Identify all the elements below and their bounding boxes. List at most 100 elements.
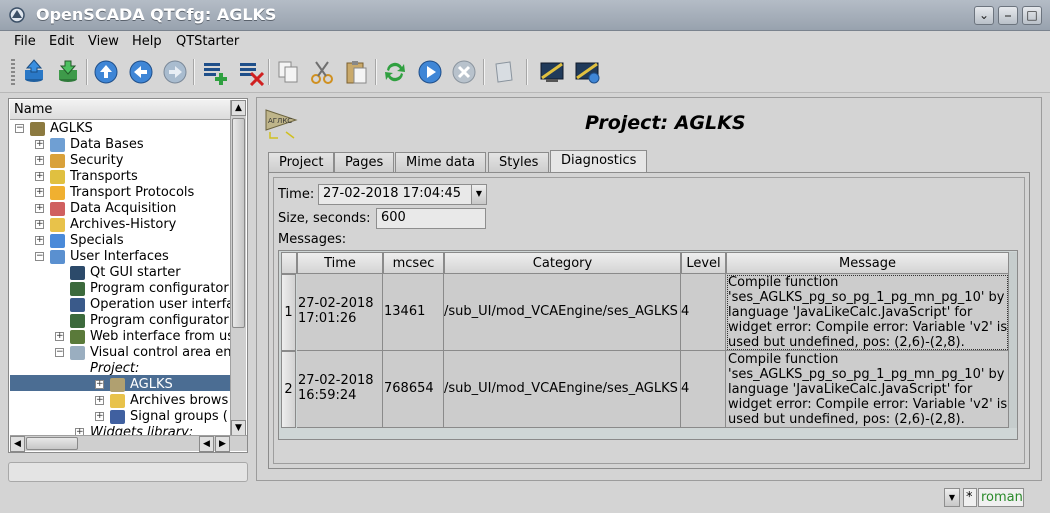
tree-item[interactable]: Program configurator (9, 281, 230, 297)
back-icon[interactable] (127, 58, 155, 86)
expand-icon[interactable]: + (35, 172, 44, 181)
collapse-icon[interactable]: − (15, 124, 24, 133)
expand-icon[interactable]: + (35, 188, 44, 197)
tree-item[interactable]: + Data Bases (9, 137, 230, 153)
expand-icon[interactable]: + (35, 220, 44, 229)
tree-horizontal-scrollbar[interactable]: ◀ ◀ ▶ (10, 435, 247, 452)
size-seconds-field[interactable]: 600 (376, 208, 486, 229)
tree-item[interactable]: + Archives-History (9, 217, 230, 233)
column-header-category[interactable]: Category (444, 252, 681, 274)
menu-view[interactable]: View (88, 34, 119, 49)
table-vertical-scrollbar[interactable] (1009, 252, 1017, 428)
table-cell-time[interactable]: 27-02-2018 16:59:24 (297, 351, 383, 428)
tree-item[interactable]: − User Interfaces (9, 249, 230, 265)
table-cell-time[interactable]: 27-02-2018 17:01:26 (297, 274, 383, 351)
copy-icon[interactable] (274, 58, 302, 86)
add-item-icon[interactable] (200, 58, 228, 86)
tree-item[interactable]: Operation user interfa (9, 297, 234, 313)
expand-icon[interactable]: + (35, 140, 44, 149)
column-header-mcsec[interactable]: mcsec (383, 252, 444, 274)
tree-item[interactable]: + Archives brows (9, 393, 230, 409)
tree-item[interactable]: + AGLKS (9, 377, 230, 393)
tree-item[interactable]: Program configurator (9, 313, 230, 329)
refresh-icon[interactable] (381, 58, 409, 86)
expand-icon[interactable]: + (35, 204, 44, 213)
db-load-icon[interactable] (20, 58, 48, 86)
scroll-down-icon[interactable]: ▼ (231, 420, 246, 436)
time-field[interactable]: 27-02-2018 17:04:45 (318, 184, 472, 205)
tab-pages[interactable]: Pages (334, 152, 395, 172)
tree-item[interactable]: + Specials (9, 233, 230, 249)
expand-icon[interactable]: + (95, 396, 104, 405)
info-icon[interactable] (490, 58, 518, 86)
delete-item-icon[interactable] (236, 58, 264, 86)
table-cell-category[interactable]: /sub_UI/mod_VCAEngine/ses_AGLKS (444, 351, 681, 428)
table-corner-header[interactable] (281, 252, 297, 274)
column-header-message[interactable]: Message (726, 252, 1009, 274)
expand-icon[interactable]: + (95, 412, 104, 421)
tree-horizontal-scroll-thumb[interactable] (26, 437, 78, 450)
navigation-tree[interactable]: Name − AGLKS + Data Bases + Security + Transpor… (8, 98, 248, 453)
up-icon[interactable] (92, 58, 120, 86)
cut-icon[interactable] (308, 58, 336, 86)
title-bar[interactable]: OpenSCADA QTCfg: AGLKS ⌄ ⎯ □ (0, 0, 1050, 31)
tree-item[interactable]: + Web interface from us (9, 329, 234, 345)
minimize-button[interactable]: ⎯ (998, 6, 1018, 25)
stop-icon[interactable] (450, 58, 478, 86)
scroll-right-icon[interactable]: ▶ (215, 436, 230, 452)
tree-item[interactable]: − AGLKS (9, 121, 230, 137)
tree-item[interactable]: + Data Acquisition (9, 201, 230, 217)
scroll-left-icon[interactable]: ◀ (199, 436, 214, 452)
scroll-up-icon[interactable]: ▲ (231, 100, 246, 116)
chevron-down-icon[interactable]: ▼ (471, 184, 487, 205)
row-header[interactable]: 1 (281, 274, 296, 351)
collapse-icon[interactable]: − (55, 348, 64, 357)
table-cell-level[interactable]: 4 (681, 351, 726, 428)
menu-help[interactable]: Help (132, 34, 162, 49)
menu-qtstarter[interactable]: QTStarter (176, 34, 239, 49)
tree-item[interactable]: + Signal groups ( (9, 409, 230, 425)
vision-icon[interactable] (538, 58, 566, 86)
tree-item[interactable]: Project: (9, 361, 230, 377)
toolbar-grip[interactable] (11, 59, 15, 87)
expand-icon[interactable]: + (35, 156, 44, 165)
table-cell-mcsec[interactable]: 13461 (383, 274, 444, 351)
row-header[interactable]: 2 (281, 351, 296, 428)
db-save-icon[interactable] (54, 58, 82, 86)
table-cell-message[interactable]: Compile function 'ses_AGLKS_pg_so_pg_1_p… (726, 274, 1009, 351)
maximize-button[interactable]: □ (1022, 6, 1042, 25)
paste-icon[interactable] (342, 58, 370, 86)
user-name-badge[interactable]: roman (978, 488, 1024, 507)
chevron-down-icon[interactable]: ▼ (944, 488, 960, 507)
column-header-time[interactable]: Time (297, 252, 383, 274)
menu-edit[interactable]: Edit (49, 34, 74, 49)
expand-icon[interactable]: + (35, 236, 44, 245)
vision-run-icon[interactable] (573, 58, 601, 86)
tree-column-header[interactable]: Name (10, 100, 231, 120)
tab-project[interactable]: Project (268, 152, 335, 172)
shade-button[interactable]: ⌄ (974, 6, 994, 25)
tree-vertical-scrollbar[interactable]: ▲ ▼ (230, 100, 246, 436)
collapse-icon[interactable]: − (35, 252, 44, 261)
expand-icon[interactable]: + (55, 332, 64, 341)
table-cell-message[interactable]: Compile function 'ses_AGLKS_pg_so_pg_1_p… (726, 351, 1009, 428)
table-cell-level[interactable]: 4 (681, 274, 726, 351)
tree-item-label: Security (70, 153, 124, 168)
table-cell-category[interactable]: /sub_UI/mod_VCAEngine/ses_AGLKS (444, 274, 681, 351)
expand-icon[interactable]: + (95, 380, 104, 389)
forward-icon[interactable] (161, 58, 189, 86)
tab-diagnostics[interactable]: Diagnostics (550, 150, 648, 173)
tab-styles[interactable]: Styles (488, 152, 550, 172)
tree-vertical-scroll-thumb[interactable] (232, 118, 245, 328)
tree-item[interactable]: + Transports (9, 169, 230, 185)
tree-item[interactable]: + Transport Protocols (9, 185, 230, 201)
tree-item[interactable]: Qt GUI starter (9, 265, 230, 281)
column-header-level[interactable]: Level (681, 252, 726, 274)
tree-item[interactable]: − Visual control area en (9, 345, 232, 361)
scroll-left-icon[interactable]: ◀ (10, 436, 25, 452)
tree-item[interactable]: + Security (9, 153, 230, 169)
menu-file[interactable]: File (14, 34, 36, 49)
start-icon[interactable] (416, 58, 444, 86)
table-cell-mcsec[interactable]: 768654 (383, 351, 444, 428)
tab-mime-data[interactable]: Mime data (395, 152, 486, 172)
